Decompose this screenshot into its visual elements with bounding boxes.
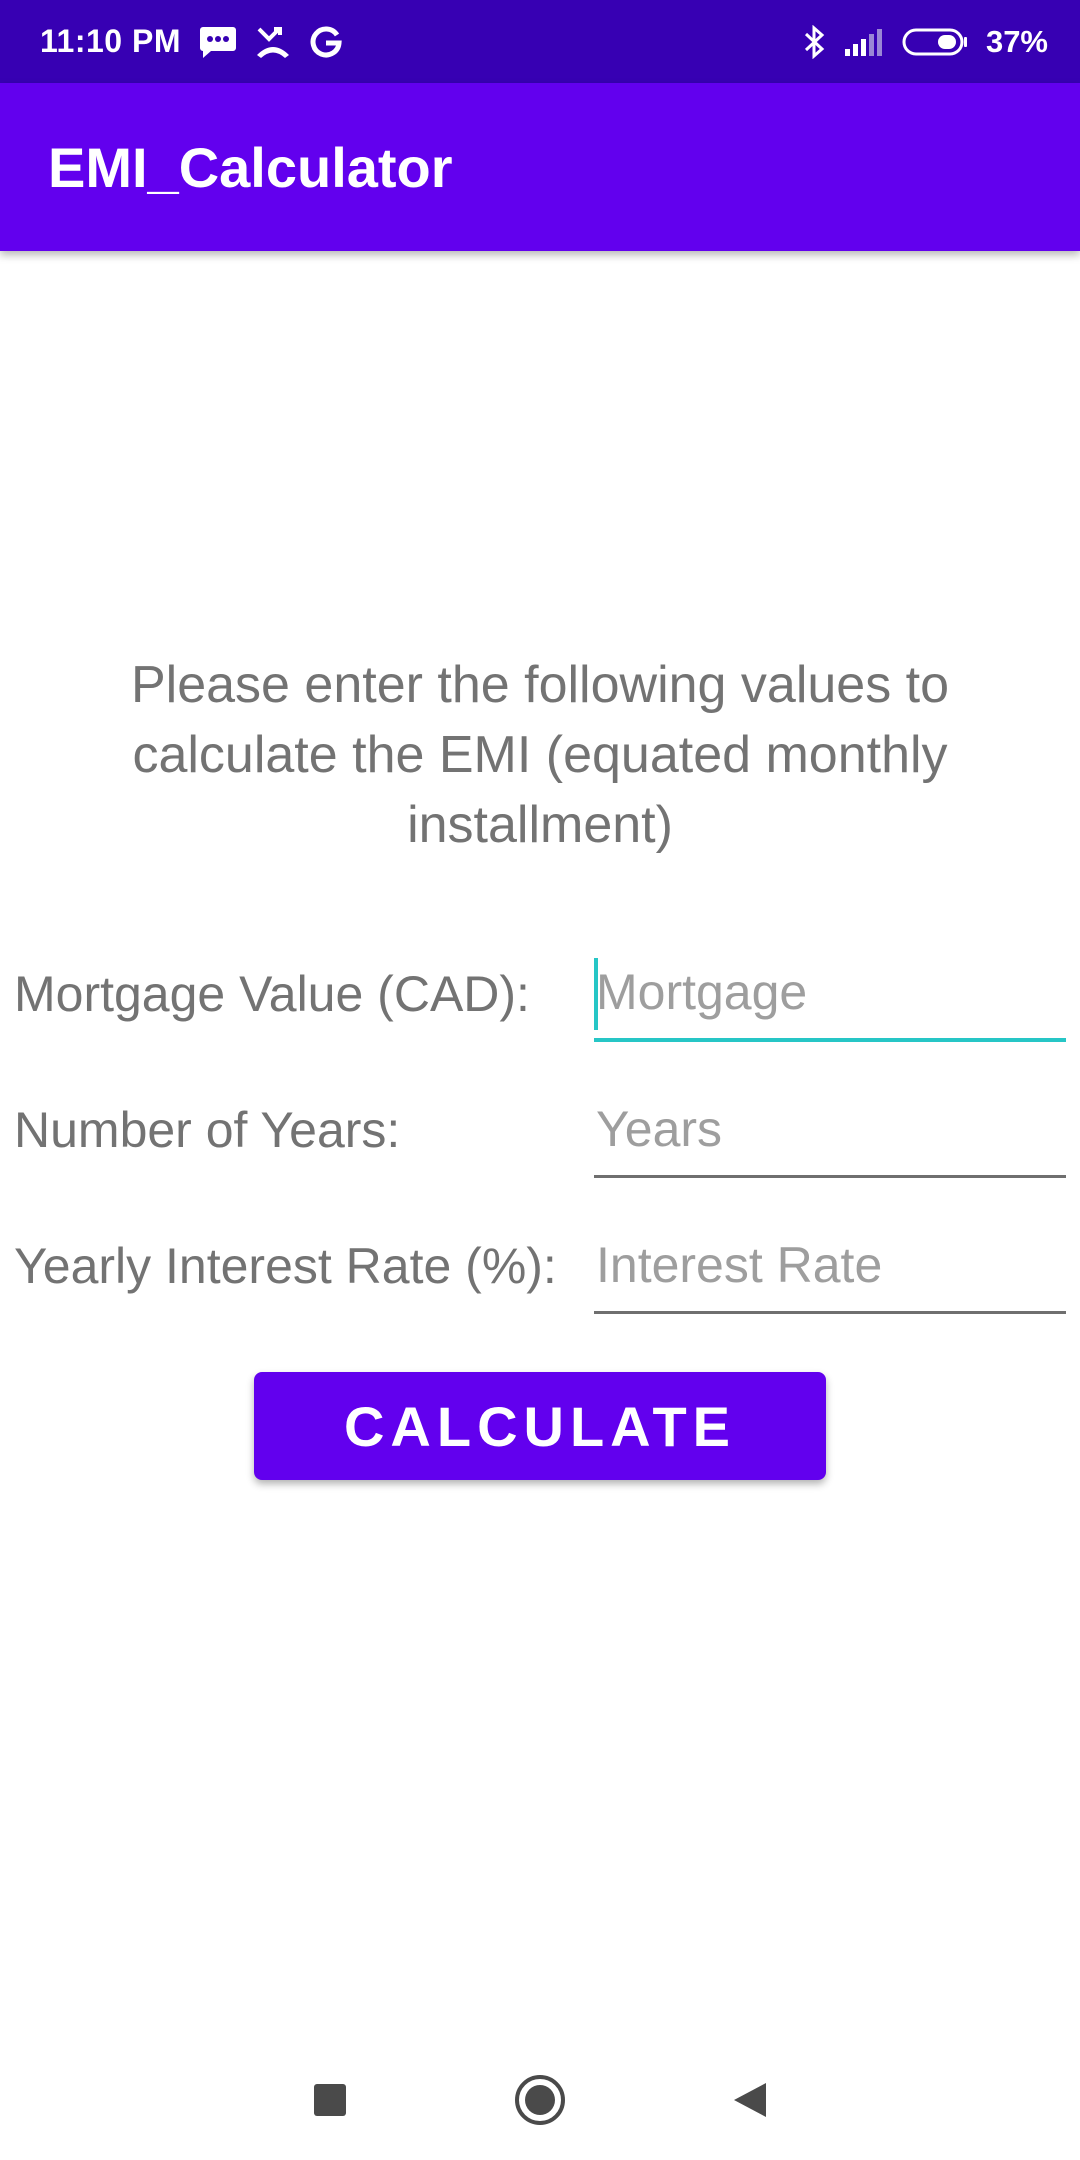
status-time: 11:10 PM (40, 23, 181, 59)
recents-square-icon[interactable] (295, 2065, 365, 2135)
home-circle-icon[interactable] (505, 2065, 575, 2135)
google-icon (309, 25, 343, 59)
years-row: Number of Years: (0, 1080, 1080, 1200)
interest-label: Yearly Interest Rate (%): (14, 1238, 557, 1294)
instructions-text: Please enter the following values to cal… (130, 656, 950, 854)
interest-row: Yearly Interest Rate (%): (0, 1216, 1080, 1336)
mortgage-input[interactable] (594, 952, 1066, 1042)
message-icon (199, 25, 237, 59)
years-label: Number of Years: (14, 1102, 401, 1158)
app-title: EMI_Calculator (48, 135, 453, 199)
calculate-button[interactable]: CALCULATE (254, 1372, 826, 1480)
app-bar: EMI_Calculator (0, 83, 1080, 251)
back-triangle-icon[interactable] (715, 2065, 785, 2135)
status-bar: 11:10 PM 37% (0, 0, 1080, 83)
status-left: 11:10 PM (40, 23, 343, 60)
years-input[interactable] (594, 1088, 1066, 1178)
emi-calculator-screen: 11:10 PM 37% EMI_Calculator Please enter… (0, 0, 1080, 2160)
navigation-bar (0, 2040, 1080, 2160)
battery-percent: 37% (985, 23, 1048, 59)
interest-rate-input[interactable] (594, 1224, 1066, 1314)
bluetooth-icon (804, 24, 826, 59)
text-cursor (594, 958, 598, 1030)
missed-call-icon (255, 25, 291, 59)
mortgage-row: Mortgage Value (CAD): (0, 944, 1080, 1064)
battery-icon (902, 27, 968, 57)
mortgage-label: Mortgage Value (CAD): (14, 966, 530, 1022)
status-right: 37% (804, 24, 1048, 60)
signal-icon (844, 27, 884, 57)
